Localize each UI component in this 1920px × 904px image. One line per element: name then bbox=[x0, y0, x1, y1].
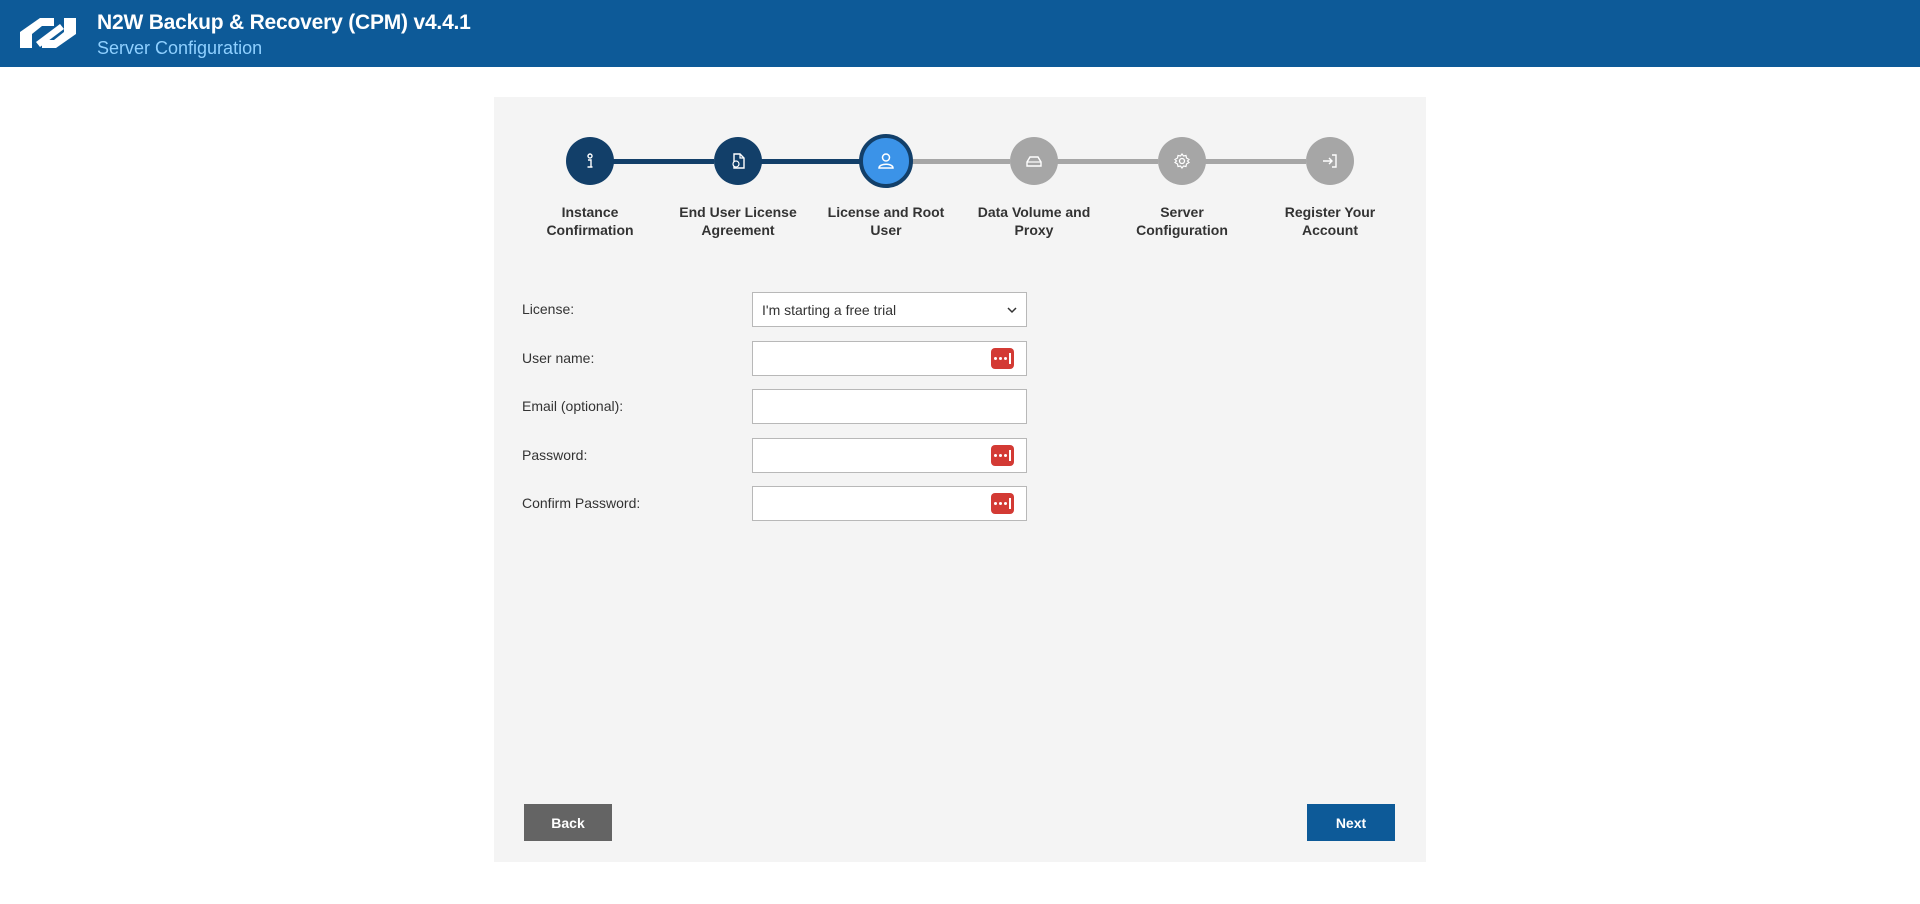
n2w-logo-icon bbox=[20, 18, 76, 48]
step-data-volume-proxy: Data Volume and Proxy bbox=[960, 137, 1108, 239]
info-icon bbox=[587, 153, 593, 168]
step-label: Register Your Account bbox=[1284, 204, 1376, 238]
step-label: Data Volume and Proxy bbox=[977, 204, 1091, 238]
step-circle-active bbox=[859, 134, 913, 188]
next-button[interactable]: Next bbox=[1307, 804, 1395, 841]
app-header: N2W Backup & Recovery (CPM) v4.4.1 Serve… bbox=[0, 0, 1920, 67]
drive-icon bbox=[1026, 156, 1042, 167]
step-label: Server Configuration bbox=[1136, 204, 1228, 238]
password-row: Password: bbox=[522, 438, 1042, 474]
password-manager-icon[interactable] bbox=[991, 493, 1014, 514]
step-circle bbox=[1158, 137, 1206, 185]
gear-icon bbox=[1174, 153, 1190, 169]
username-row: User name: bbox=[522, 341, 1042, 377]
sign-in-icon bbox=[1323, 154, 1337, 168]
wizard-stepper: Instance Confirmation End User License A… bbox=[494, 97, 1426, 257]
step-label: License and Root User bbox=[827, 204, 945, 238]
app-title: N2W Backup & Recovery (CPM) v4.4.1 bbox=[97, 11, 471, 34]
confirm-password-row: Confirm Password: bbox=[522, 486, 1042, 522]
username-label: User name: bbox=[522, 350, 595, 366]
password-manager-icon[interactable] bbox=[991, 445, 1014, 466]
password-input[interactable] bbox=[753, 439, 1003, 472]
user-icon bbox=[878, 153, 894, 169]
step-label: Instance Confirmation bbox=[546, 204, 634, 238]
username-input[interactable] bbox=[753, 342, 1003, 375]
license-selected-value: I'm starting a free trial bbox=[762, 302, 897, 318]
step-circle bbox=[1306, 137, 1354, 185]
confirm-password-input[interactable] bbox=[753, 487, 1003, 520]
license-label: License: bbox=[522, 301, 575, 317]
email-field-wrapper bbox=[752, 389, 1027, 424]
step-license-root-user: License and Root User bbox=[812, 134, 960, 239]
step-label: End User License Agreement bbox=[679, 204, 797, 238]
step-register-account: Register Your Account bbox=[1256, 137, 1404, 239]
wizard-panel: Instance Confirmation End User License A… bbox=[494, 97, 1426, 862]
email-label: Email (optional): bbox=[522, 398, 624, 414]
password-manager-icon[interactable] bbox=[991, 348, 1014, 369]
step-eula: End User License Agreement bbox=[664, 137, 812, 239]
username-field-wrapper bbox=[752, 341, 1027, 376]
email-input[interactable] bbox=[753, 390, 1003, 423]
app-subtitle: Server Configuration bbox=[97, 38, 263, 58]
license-row: License: I'm starting a free trial bbox=[522, 292, 1042, 328]
license-select[interactable]: I'm starting a free trial bbox=[752, 292, 1027, 327]
document-icon bbox=[732, 153, 745, 169]
password-label: Password: bbox=[522, 447, 588, 463]
email-row: Email (optional): bbox=[522, 389, 1042, 425]
step-circle bbox=[714, 137, 762, 185]
chevron-down-icon bbox=[1007, 307, 1017, 314]
password-field-wrapper bbox=[752, 438, 1027, 473]
confirm-password-field-wrapper bbox=[752, 486, 1027, 521]
step-circle bbox=[1010, 137, 1058, 185]
back-button[interactable]: Back bbox=[524, 804, 612, 841]
step-instance-confirmation: Instance Confirmation bbox=[516, 137, 664, 239]
step-circle bbox=[566, 137, 614, 185]
confirm-password-label: Confirm Password: bbox=[522, 495, 641, 511]
step-server-configuration: Server Configuration bbox=[1108, 137, 1256, 239]
